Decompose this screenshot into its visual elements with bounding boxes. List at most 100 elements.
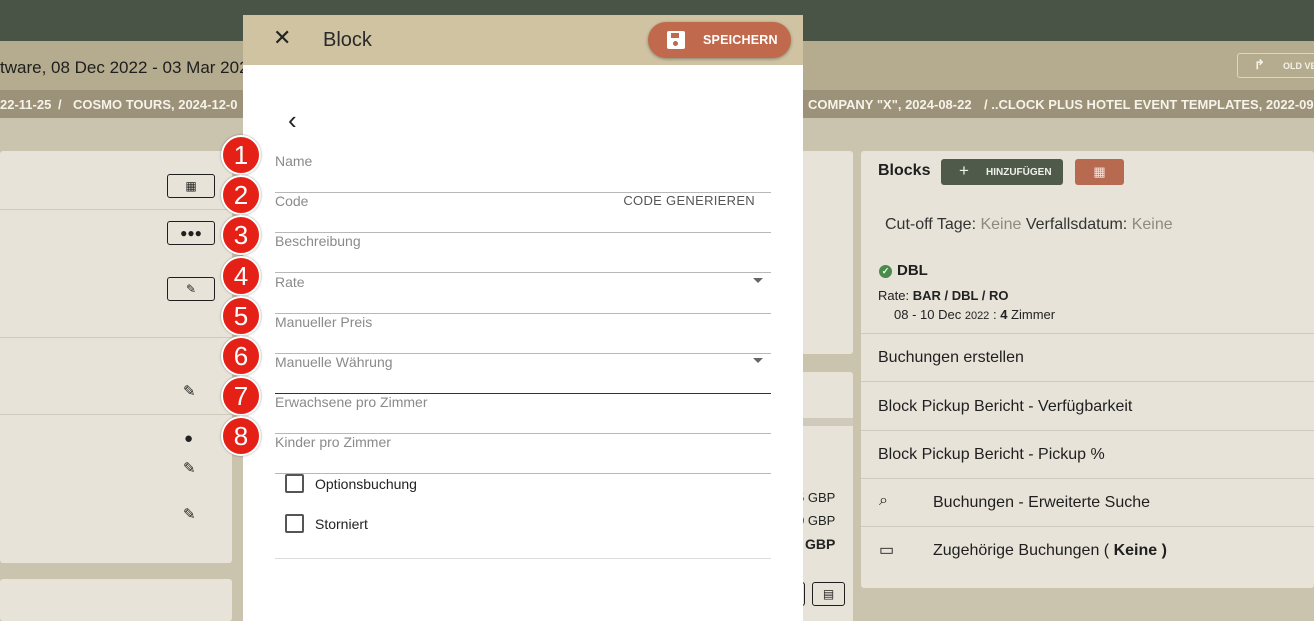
step-badge: 4 [221,256,261,296]
divider [0,209,232,210]
save-button[interactable]: SPEICHERN [648,22,791,58]
checkbox-box[interactable] [285,474,304,493]
step-badge: 6 [221,336,261,376]
divider [803,418,853,426]
rate-select[interactable]: 4 Rate [221,256,771,314]
expiry-value: Keine [1131,216,1173,233]
related-value: Keine [1113,542,1158,559]
adults-placeholder: Erwachsene pro Zimmer [275,394,428,410]
check-circle-icon: ✓ [879,265,892,278]
rooms-count: 4 [1000,307,1008,322]
breadcrumb-item[interactable]: COSMO TOURS, 2024-12-0 [73,97,237,112]
calendar-button[interactable]: ▦ [167,174,215,198]
breadcrumb-item[interactable]: / ..CLOCK PLUS HOTEL EVENT TEMPLATES, 20… [984,97,1314,112]
window-title: tware, 08 Dec 2022 - 03 Mar 2022 [0,58,258,77]
save-icon [667,31,685,49]
date-range: 08 - 10 Dec [894,307,962,322]
name-field[interactable]: 1 Name [221,135,771,193]
chevron-left-icon[interactable]: ‹ [288,107,297,133]
adults-per-room-field[interactable]: 7 Erwachsene pro Zimmer [221,376,771,434]
step-badge: 1 [221,135,261,175]
add-block-label: HINZUFÜGEN [986,167,1052,178]
code-field[interactable]: 2 Code CODE GENERIEREN [221,175,771,233]
cancelled-label: Storniert [315,516,368,532]
children-per-room-field[interactable]: 8 Kinder pro Zimmer [221,416,771,474]
checkbox-box[interactable] [285,514,304,533]
code-placeholder: Code [275,193,309,209]
print-button[interactable]: ▤ [812,582,845,606]
related-label: Zugehörige Buchungen ( [933,542,1110,559]
field-underline [275,473,771,474]
cutoff-label: Cut-off Tage: [885,216,977,233]
children-placeholder: Kinder pro Zimmer [275,434,391,450]
manual-currency-select[interactable]: 6 Manuelle Währung [221,336,771,394]
description-field[interactable]: 3 Beschreibung [221,215,771,273]
add-block-button[interactable]: + HINZUFÜGEN [941,159,1063,185]
divider [0,337,232,338]
create-bookings-link[interactable]: Buchungen erstellen [878,349,1024,367]
briefcase-icon: ▭ [879,542,895,559]
blocks-calendar-button[interactable]: ▦ [1075,159,1124,185]
block-name[interactable]: ✓ DBL [879,262,928,279]
old-version-button[interactable]: ↱ OLD VE [1237,53,1314,78]
breadcrumb-item[interactable]: 22-11-25 [0,97,51,112]
group-button[interactable]: ●●● [167,221,215,245]
pencil-icon[interactable]: ✎ [183,382,196,400]
divider [861,478,1314,479]
calendar-icon: ▦ [1093,164,1106,179]
step-badge: 3 [221,215,261,255]
related-close: ) [1161,542,1167,559]
description-placeholder: Beschreibung [275,233,361,249]
divider [861,526,1314,527]
pencil-icon[interactable]: ✎ [183,459,196,477]
dialog-title: Block [323,29,372,51]
dropdown-caret-icon [753,358,763,363]
option-booking-label: Optionsbuchung [315,476,417,492]
edit-button[interactable]: ✎ [167,277,215,301]
pencil-icon: ✎ [185,282,197,296]
block-dates: 08 - 10 Dec 2022 : 4 Zimmer [894,307,1055,322]
field-underline [275,272,771,273]
pickup-percent-report-link[interactable]: Block Pickup Bericht - Pickup % [878,446,1105,464]
manual-price-field[interactable]: 5 Manueller Preis [221,296,771,354]
blocks-title: Blocks [878,162,931,179]
divider [275,558,771,559]
pencil-icon[interactable]: ✎ [183,505,196,523]
search-icon: ⌕ [879,492,888,509]
generate-code-button[interactable]: CODE GENERIEREN [623,193,755,208]
rate-placeholder: Rate [275,274,305,290]
blocks-panel: Blocks + HINZUFÜGEN ▦ Cut-off Tage: Kein… [861,151,1314,588]
rate-value: BAR / DBL / RO [912,288,1009,303]
breadcrumb-item[interactable]: COMPANY "X", 2024-08-22 [808,97,972,112]
date-year: 2022 [964,310,990,322]
breadcrumb-separator: / [58,97,62,112]
step-badge: 5 [221,296,261,336]
rooms-label: Zimmer [1011,307,1056,322]
date-separator: : [992,307,997,322]
manual-currency-placeholder: Manuelle Währung [275,354,393,370]
pickup-availability-report-link[interactable]: Block Pickup Bericht - Verfügbarkeit [878,398,1132,416]
divider [861,381,1314,382]
person-icon: ● [184,430,194,447]
dropdown-caret-icon [753,278,763,283]
left-panel-lower [0,579,232,621]
block-dialog: ✕ Block SPEICHERN ‹ 1 Name 2 Code CODE G… [221,15,803,621]
cutoff-value: Keine [980,216,1022,233]
save-label: SPEICHERN [703,33,778,47]
cutoff-info: Cut-off Tage: Keine Verfallsdatum: Keine [885,216,1173,234]
calendar-icon: ▦ [185,179,197,193]
rate-label: Rate: [878,288,910,303]
name-placeholder: Name [275,153,313,169]
middle-panel [803,151,853,354]
close-icon[interactable]: ✕ [273,25,291,51]
advanced-search-link[interactable]: Buchungen - Erweiterte Suche [933,494,1150,512]
expiry-label: Verfallsdatum: [1025,216,1128,233]
divider [0,414,232,415]
price-total: GBP [805,536,836,552]
related-bookings-link[interactable]: Zugehörige Buchungen ( Keine ) [933,542,1167,560]
step-badge: 7 [221,376,261,416]
old-version-label: OLD VE [1283,61,1314,71]
divider [861,430,1314,431]
block-name-label: DBL [897,262,928,279]
manual-price-placeholder: Manueller Preis [275,314,373,330]
